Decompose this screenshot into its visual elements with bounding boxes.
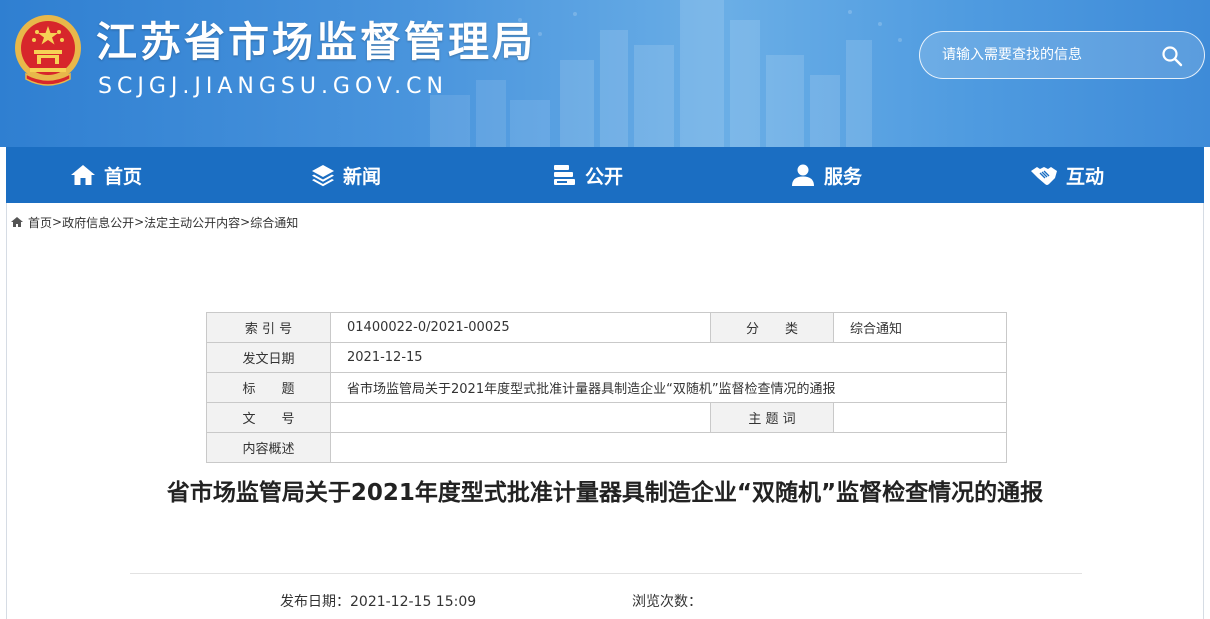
breadcrumb-link-gov-info[interactable]: 政府信息公开 bbox=[62, 214, 134, 231]
index-value: 01400022-0/2021-00025 bbox=[330, 312, 711, 343]
table-row: 发文日期 2021-12-15 bbox=[206, 342, 1007, 373]
nav-item-home[interactable]: 首页 bbox=[70, 147, 142, 203]
national-emblem-logo bbox=[15, 15, 81, 86]
title-label: 标 题 bbox=[206, 372, 331, 403]
publish-date-value: 2021-12-15 15:09 bbox=[350, 594, 477, 610]
document-info-table: 索 引 号 01400022-0/2021-00025 分 类 综合通知 发文日… bbox=[206, 312, 1007, 463]
subject-label: 主 题 词 bbox=[710, 402, 834, 433]
nav-item-interact[interactable]: 互动 bbox=[1030, 147, 1104, 203]
user-icon bbox=[792, 164, 814, 186]
category-label: 分 类 bbox=[710, 312, 834, 343]
docno-label: 文 号 bbox=[206, 402, 331, 433]
subject-value bbox=[833, 402, 1007, 433]
title-value: 省市场监管局关于2021年度型式批准计量器具制造企业“双随机”监督检查情况的通报 bbox=[330, 372, 1007, 403]
layers-icon bbox=[312, 165, 334, 187]
handshake-icon bbox=[1031, 167, 1057, 185]
breadcrumb-link-home[interactable]: 首页 bbox=[28, 214, 52, 231]
nav-item-label: 首页 bbox=[104, 165, 143, 188]
table-row: 索 引 号 01400022-0/2021-00025 分 类 综合通知 bbox=[206, 312, 1007, 343]
breadcrumb-link-general-notice[interactable]: 综合通知 bbox=[250, 214, 298, 231]
nav-item-label: 服务 bbox=[824, 165, 863, 188]
breadcrumb-separator: > bbox=[134, 215, 145, 229]
breadcrumb: 首页 > 政府信息公开 > 法定主动公开内容 > 综合通知 bbox=[10, 213, 298, 231]
date-label: 发文日期 bbox=[206, 342, 331, 373]
home-icon bbox=[71, 165, 95, 185]
category-value: 综合通知 bbox=[833, 312, 1007, 343]
table-row: 标 题 省市场监管局关于2021年度型式批准计量器具制造企业“双随机”监督检查情… bbox=[206, 372, 1007, 403]
nav-item-service[interactable]: 服务 bbox=[790, 147, 862, 203]
search-box bbox=[919, 31, 1205, 79]
breadcrumb-separator: > bbox=[52, 215, 63, 229]
files-icon bbox=[554, 165, 575, 185]
site-header: 江苏省市场监督管理局 SCJGJ.JIANGSU.GOV.CN bbox=[0, 0, 1210, 147]
publish-date-label: 发布日期： bbox=[280, 594, 350, 610]
search-icon[interactable] bbox=[1160, 44, 1184, 68]
breadcrumb-separator: > bbox=[240, 215, 251, 229]
docno-value bbox=[330, 402, 711, 433]
nav-item-public[interactable]: 公开 bbox=[551, 147, 623, 203]
main-nav: 首页 新闻 公开 服务 互动 bbox=[6, 147, 1204, 203]
table-row: 内容概述 bbox=[206, 432, 1007, 463]
index-label: 索 引 号 bbox=[206, 312, 331, 343]
summary-label: 内容概述 bbox=[206, 432, 331, 463]
search-input[interactable] bbox=[942, 42, 1152, 68]
nav-item-label: 新闻 bbox=[343, 165, 382, 188]
summary-value bbox=[330, 432, 1007, 463]
view-count: 浏览次数： bbox=[632, 591, 702, 611]
title-divider bbox=[130, 573, 1082, 574]
nav-item-label: 公开 bbox=[585, 165, 624, 188]
nav-item-news[interactable]: 新闻 bbox=[311, 147, 381, 203]
publish-date: 发布日期：2021-12-15 15:09 bbox=[280, 591, 476, 611]
date-value: 2021-12-15 bbox=[330, 342, 1007, 373]
table-row: 文 号 主 题 词 bbox=[206, 402, 1007, 433]
view-count-label: 浏览次数： bbox=[632, 594, 702, 610]
home-icon bbox=[11, 217, 23, 227]
site-title: 江苏省市场监督管理局 bbox=[96, 18, 536, 66]
breadcrumb-link-statutory[interactable]: 法定主动公开内容 bbox=[144, 214, 240, 231]
article-title: 省市场监管局关于2021年度型式批准计量器具制造企业“双随机”监督检查情况的通报 bbox=[166, 480, 1044, 506]
nav-item-label: 互动 bbox=[1066, 165, 1105, 188]
site-domain: SCJGJ.JIANGSU.GOV.CN bbox=[98, 74, 448, 99]
